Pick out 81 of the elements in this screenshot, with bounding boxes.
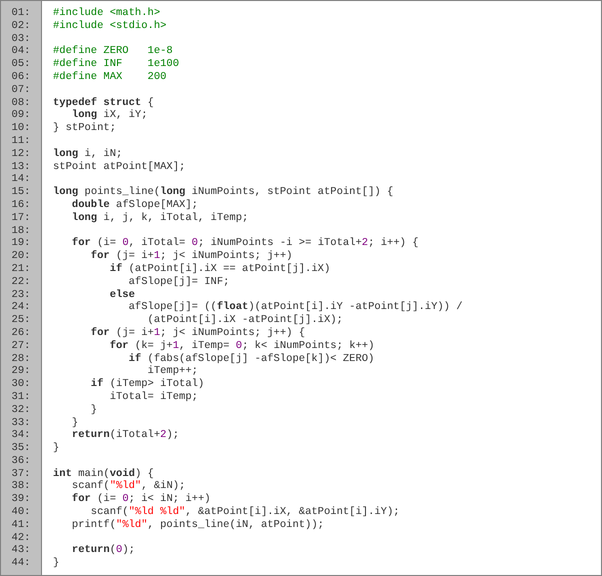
code-line: #include <stdio.h> bbox=[53, 20, 166, 33]
line-number: 22: bbox=[12, 276, 30, 289]
code-line: long iX, iY; bbox=[70, 109, 148, 122]
line-number: 13: bbox=[12, 160, 30, 174]
line-number: 32: bbox=[12, 404, 30, 416]
line-number: 04: bbox=[12, 45, 30, 58]
code-line: stPoint atPoint[MAX]; bbox=[53, 160, 186, 174]
line-number: 21: bbox=[12, 262, 30, 276]
code-line: for (i= 0; i< iN; i++) bbox=[70, 493, 211, 506]
code-line: afSlope[j]= INF; bbox=[128, 276, 230, 289]
line-number: 19: bbox=[12, 237, 30, 250]
code-line: afSlope[j]= ((float)(atPoint[i].iY -atPoint[j].iY)) / bbox=[128, 301, 463, 314]
line-number: 03: bbox=[12, 32, 30, 46]
code-line: double afSlope[MAX]; bbox=[70, 198, 198, 212]
code-line: scanf("%ld %ld", &atPoint[i].iX, &atPoint[i].iY); bbox=[90, 506, 400, 519]
line-number: 18: bbox=[12, 224, 30, 238]
line-number: 16: bbox=[12, 198, 30, 212]
line-number: 42: bbox=[12, 532, 30, 544]
code-line: for (i= 0, iTotal= 0; iNumPoints -i >= iTotal+2; i++) { bbox=[70, 237, 419, 250]
code-line: if (iTemp> iTotal) bbox=[90, 378, 204, 391]
code-line: for (j= i+1; j< iNumPoints; j++) { bbox=[90, 326, 306, 340]
code-line: #include <math.h> bbox=[53, 7, 160, 20]
code-line: else bbox=[108, 288, 135, 301]
line-number: 26: bbox=[12, 326, 30, 340]
line-number: 31: bbox=[12, 390, 30, 404]
line-number: 39: bbox=[12, 493, 30, 506]
code-line: return(iTotal+2); bbox=[70, 429, 180, 442]
code-line: if (fabs(afSlope[j] -afSlope[k])< ZERO) bbox=[128, 352, 374, 365]
line-number: 14: bbox=[12, 173, 30, 186]
code-line: if (atPoint[i].iX == atPoint[j].iX) bbox=[108, 262, 330, 276]
line-number: 44: bbox=[12, 557, 30, 570]
line-number: 09: bbox=[12, 109, 30, 122]
line-number: 37: bbox=[12, 468, 30, 480]
line-number: 08: bbox=[12, 96, 30, 110]
code-line: long i, j, k, iTotal, iTemp; bbox=[70, 212, 248, 225]
code-line: scanf("%ld", &iN); bbox=[70, 480, 186, 493]
line-number: 43: bbox=[12, 544, 30, 558]
code-line: iTotal= iTemp; bbox=[108, 390, 198, 404]
line-number: 23: bbox=[12, 288, 30, 302]
code-line: long i, iN; bbox=[53, 148, 122, 161]
line-number: 34: bbox=[12, 429, 30, 442]
line-number: 01: bbox=[12, 7, 30, 20]
line-number: 05: bbox=[12, 58, 30, 71]
line-number: 38: bbox=[12, 480, 30, 494]
code-line: (atPoint[i].iX -atPoint[j].iX); bbox=[146, 314, 343, 327]
line-number: 25: bbox=[12, 314, 30, 327]
line-number: 35: bbox=[12, 442, 30, 455]
line-number: 36: bbox=[12, 454, 30, 468]
code-line: } stPoint; bbox=[53, 122, 116, 135]
line-number: 24: bbox=[12, 301, 30, 314]
code-line: #define INF 1e100 bbox=[53, 58, 180, 71]
code-line: #define MAX 200 bbox=[53, 70, 166, 84]
line-number: 29: bbox=[12, 365, 30, 378]
line-number: 11: bbox=[12, 134, 30, 148]
code-line: printf("%ld", points_line(iN, atPoint)); bbox=[70, 518, 324, 532]
line-number: 20: bbox=[12, 250, 30, 263]
code-line: for (k= j+1, iTemp= 0; k< iNumPoints; k++) bbox=[108, 340, 374, 353]
code-line: typedef struct { bbox=[53, 96, 154, 109]
line-number: 10: bbox=[12, 122, 30, 135]
code-line: iTemp++; bbox=[146, 365, 198, 378]
line-number: 28: bbox=[12, 352, 30, 366]
code-line: } bbox=[70, 416, 78, 430]
line-number: 30: bbox=[12, 378, 30, 391]
line-number: 17: bbox=[12, 212, 30, 225]
code-line: long points_line(long iNumPoints, stPoint atPoint[]) { bbox=[53, 186, 394, 199]
code-line: } bbox=[53, 557, 60, 570]
line-number: 15: bbox=[12, 186, 30, 199]
line-number: 40: bbox=[12, 506, 30, 519]
code-line: #define ZERO 1e-8 bbox=[53, 45, 173, 58]
code-line: for (j= i+1; j< iNumPoints; j++) bbox=[90, 250, 292, 263]
line-number: 33: bbox=[12, 416, 30, 430]
line-number: 41: bbox=[12, 518, 30, 532]
code-line: } bbox=[90, 404, 98, 416]
line-number: 27: bbox=[12, 340, 30, 353]
code-line: return(0); bbox=[70, 544, 135, 558]
line-number: 12: bbox=[12, 148, 30, 161]
line-number: 07: bbox=[12, 84, 30, 97]
line-number: 02: bbox=[12, 20, 30, 33]
line-number: 06: bbox=[12, 70, 30, 84]
code-line: int main(void) { bbox=[53, 468, 154, 480]
code-line: } bbox=[53, 442, 60, 455]
